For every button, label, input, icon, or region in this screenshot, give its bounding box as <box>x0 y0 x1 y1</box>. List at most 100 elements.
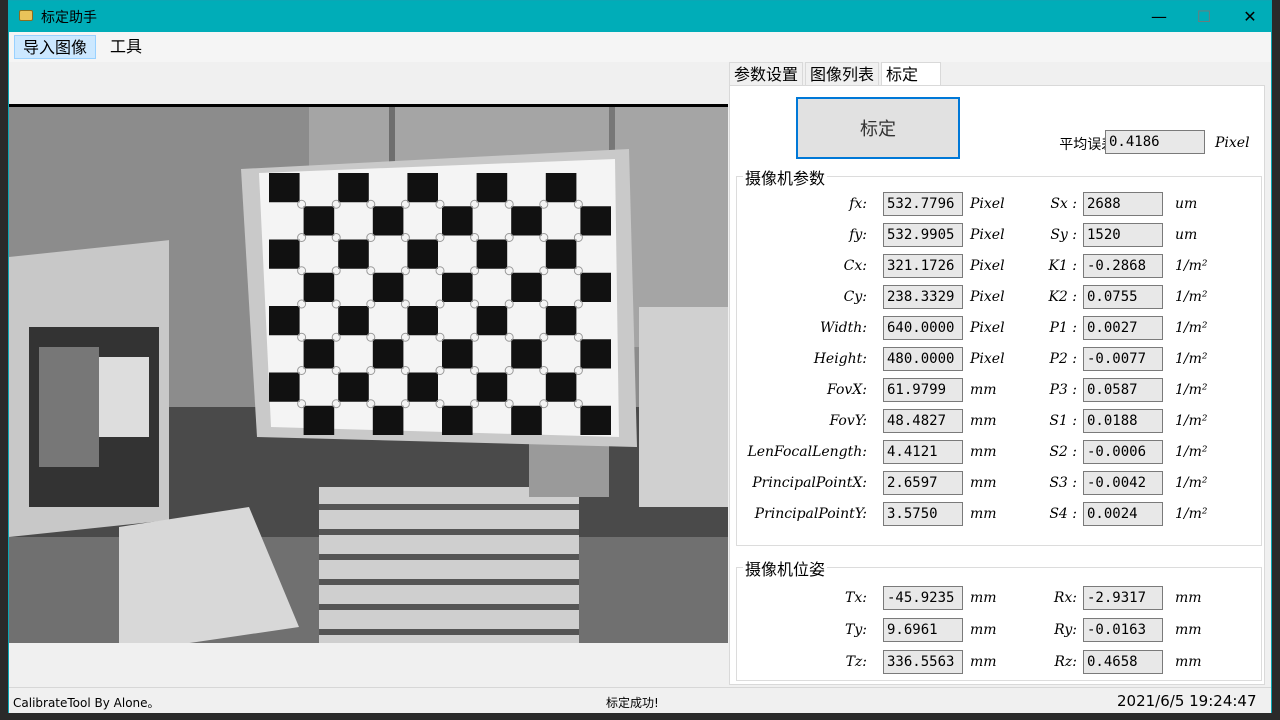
status-datetime: 2021/6/5 19:24:47 <box>1117 692 1257 710</box>
app-icon <box>19 10 33 21</box>
checker-square <box>580 339 611 369</box>
checker-square <box>338 173 369 203</box>
checker-square <box>511 405 542 435</box>
avg-error-unit: Pixel <box>1215 135 1250 151</box>
param-unit: mm <box>1175 654 1202 670</box>
avg-error-value[interactable]: 0.4186 <box>1105 130 1205 154</box>
param-value[interactable]: 532.9905 <box>883 223 963 247</box>
checker-square <box>545 372 577 402</box>
param-unit: 1/m² <box>1175 351 1208 367</box>
checker-square <box>372 272 404 302</box>
param-value[interactable]: 3.5750 <box>883 502 963 526</box>
param-value[interactable]: -0.0077 <box>1083 347 1163 371</box>
param-value[interactable]: 0.0587 <box>1083 378 1163 402</box>
param-unit: Pixel <box>970 196 1005 212</box>
checker-square <box>580 272 611 302</box>
param-unit: mm <box>1175 590 1202 606</box>
camera-params-group: 摄像机参数 fx: 532.7796 Pixel Sx : 2688 um fy: 532.9… <box>736 165 1262 546</box>
param-value[interactable]: 0.4658 <box>1083 650 1163 674</box>
param-unit: mm <box>970 590 997 606</box>
param-label: S3 : <box>1049 475 1077 491</box>
checker-square <box>476 239 508 269</box>
param-unit: 1/m² <box>1175 475 1208 491</box>
checker-square <box>303 272 335 302</box>
param-value[interactable]: 0.0024 <box>1083 502 1163 526</box>
tab-image-list[interactable]: 图像列表 <box>805 62 880 86</box>
menu-import-image[interactable]: 导入图像 <box>14 35 97 59</box>
param-label: Cx: <box>843 258 867 274</box>
checker-square <box>545 173 577 203</box>
close-button[interactable]: ✕ <box>1227 1 1273 32</box>
param-value[interactable]: 480.0000 <box>883 347 963 371</box>
param-unit: mm <box>970 475 997 491</box>
checker-square <box>545 239 577 269</box>
param-value[interactable]: 9.6961 <box>883 618 963 642</box>
param-label: FovY: <box>829 413 867 429</box>
checker-square <box>269 173 300 203</box>
tab-calibrate[interactable]: 标定 <box>881 62 941 87</box>
checker-square <box>511 206 542 236</box>
param-label: Rz: <box>1054 654 1077 670</box>
calibrate-button[interactable]: 标定 <box>796 97 960 159</box>
checker-square <box>442 405 473 435</box>
param-label: Cy: <box>843 289 867 305</box>
param-value[interactable]: -0.0006 <box>1083 440 1163 464</box>
param-unit: um <box>1175 196 1198 212</box>
param-value[interactable]: 4.4121 <box>883 440 963 464</box>
param-value[interactable]: 0.0755 <box>1083 285 1163 309</box>
checker-square <box>269 306 300 336</box>
avg-error-label: 平均误差: <box>1059 137 1120 153</box>
param-value[interactable]: 1520 <box>1083 223 1163 247</box>
checker-square <box>511 339 542 369</box>
camera-pose-title: 摄像机位姿 <box>743 556 828 580</box>
param-label: Sy : <box>1050 227 1077 243</box>
param-value[interactable]: -45.9235 <box>883 586 963 610</box>
main-window: 标定助手 — ☐ ✕ 导入图像 工具 参数设置 图像列表 标定 标定 平均误差:… <box>8 0 1272 713</box>
status-message: 标定成功! <box>606 696 659 710</box>
maximize-button[interactable]: ☐ <box>1181 1 1227 32</box>
param-unit: 1/m² <box>1175 258 1208 274</box>
param-value[interactable]: -0.0042 <box>1083 471 1163 495</box>
param-label: PrincipalPointX: <box>752 475 867 491</box>
checker-square <box>511 272 542 302</box>
param-label: Ry: <box>1054 622 1077 638</box>
param-unit: Pixel <box>970 320 1005 336</box>
checker-square <box>338 239 369 269</box>
param-value[interactable]: 48.4827 <box>883 409 963 433</box>
param-label: Tx: <box>845 590 867 606</box>
menu-tools[interactable]: 工具 <box>102 35 150 59</box>
checker-square <box>372 339 404 369</box>
menu-bar: 导入图像 工具 <box>9 32 1271 62</box>
checker-square <box>338 306 369 336</box>
param-label: K2 : <box>1048 289 1077 305</box>
param-value[interactable]: 532.7796 <box>883 192 963 216</box>
tab-parameter-settings[interactable]: 参数设置 <box>729 62 804 86</box>
param-label: Height: <box>813 351 867 367</box>
param-value[interactable]: -0.0163 <box>1083 618 1163 642</box>
param-value[interactable]: 336.5563 <box>883 650 963 674</box>
param-unit: mm <box>970 413 997 429</box>
param-value[interactable]: 0.0027 <box>1083 316 1163 340</box>
calibrate-panel: 标定 平均误差: 0.4186 Pixel 摄像机参数 fx: 532.7796 P… <box>729 85 1265 685</box>
param-value[interactable]: 2688 <box>1083 192 1163 216</box>
param-value[interactable]: 61.9799 <box>883 378 963 402</box>
param-value[interactable]: 321.1726 <box>883 254 963 278</box>
param-value[interactable]: 640.0000 <box>883 316 963 340</box>
param-unit: mm <box>970 622 997 638</box>
param-value[interactable]: 2.6597 <box>883 471 963 495</box>
param-unit: 1/m² <box>1175 320 1208 336</box>
checker-square <box>580 405 611 435</box>
checker-square <box>372 405 404 435</box>
param-label: Width: <box>820 320 867 336</box>
param-label: PrincipalPointY: <box>754 506 867 522</box>
param-value[interactable]: 238.3329 <box>883 285 963 309</box>
checker-square <box>407 306 438 336</box>
param-unit: 1/m² <box>1175 444 1208 460</box>
minimize-button[interactable]: — <box>1136 1 1182 32</box>
param-value[interactable]: -2.9317 <box>1083 586 1163 610</box>
calibration-image-view[interactable] <box>9 104 728 643</box>
checker-square <box>269 372 300 402</box>
checker-square <box>442 272 473 302</box>
param-value[interactable]: -0.2868 <box>1083 254 1163 278</box>
param-value[interactable]: 0.0188 <box>1083 409 1163 433</box>
